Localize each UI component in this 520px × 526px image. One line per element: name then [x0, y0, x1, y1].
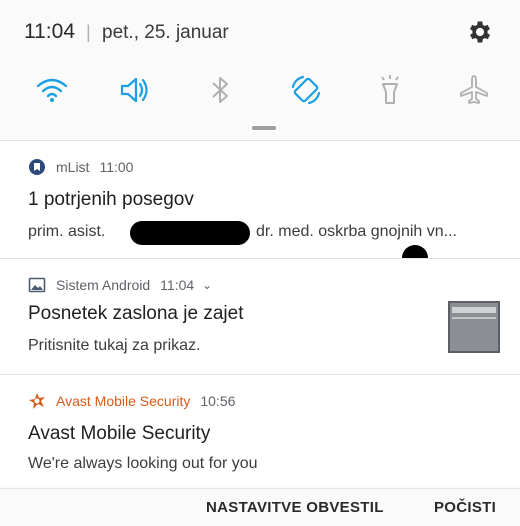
notification-mlist[interactable]: mList 11:00 1 potrjenih posegov prim. as… [0, 140, 520, 271]
notification-shade: 11:04 | pet., 25. januar mList 11:00 1 p… [0, 0, 520, 526]
bluetooth-icon[interactable] [196, 66, 244, 114]
wifi-icon[interactable] [28, 66, 76, 114]
notification-app-name: mList [56, 159, 90, 175]
gear-icon[interactable] [466, 18, 494, 46]
notification-text: prim. asist. [28, 223, 106, 240]
image-app-icon [28, 276, 46, 294]
notification-title: Posnetek zaslona je zajet [28, 303, 244, 324]
mlist-app-icon [28, 158, 46, 176]
notification-app-name: Sistem Android [56, 277, 151, 293]
avast-app-icon [28, 392, 46, 410]
notification-avast[interactable]: Avast Mobile Security 10:56 Avast Mobile… [0, 374, 520, 487]
flashlight-icon[interactable] [366, 66, 414, 114]
status-header: 11:04 | pet., 25. januar [0, 0, 520, 62]
quick-settings-row [0, 66, 520, 118]
chevron-down-icon[interactable]: ⌄ [202, 278, 212, 292]
auto-rotate-icon[interactable] [282, 66, 330, 114]
notification-header: Avast Mobile Security 10:56 [28, 391, 243, 411]
notification-header: mList 11:00 [28, 157, 141, 177]
clear-all-button[interactable]: POČISTI [434, 499, 496, 516]
screenshot-thumbnail[interactable] [448, 301, 500, 353]
notification-time: 11:04 [160, 277, 195, 293]
drag-handle[interactable] [252, 126, 276, 130]
notification-text-continued: dr. med. oskrba gnojnih vn... [256, 223, 457, 240]
notification-actions-bar: NASTAVITVE OBVESTIL POČISTI [0, 488, 520, 526]
notification-title: 1 potrjenih posegov [28, 189, 194, 210]
redaction-mark [130, 221, 250, 245]
notification-time: 11:00 [99, 159, 134, 175]
notification-settings-button[interactable]: NASTAVITVE OBVESTIL [206, 499, 384, 516]
notification-text: Pritisnite tukaj za prikaz. [28, 337, 201, 354]
header-separator: | [86, 22, 91, 42]
notification-header: Sistem Android 11:04 ⌄ [28, 275, 212, 295]
date[interactable]: pet., 25. januar [102, 22, 229, 44]
notification-time: 10:56 [200, 393, 236, 409]
sound-icon[interactable] [110, 66, 158, 114]
notification-app-name: Avast Mobile Security [56, 393, 191, 409]
clock: 11:04 [24, 20, 75, 43]
notification-title: Avast Mobile Security [28, 423, 211, 444]
airplane-mode-icon[interactable] [450, 66, 498, 114]
notification-text: We're always looking out for you [28, 455, 258, 472]
notification-screenshot[interactable]: Sistem Android 11:04 ⌄ Posnetek zaslona … [0, 258, 520, 375]
